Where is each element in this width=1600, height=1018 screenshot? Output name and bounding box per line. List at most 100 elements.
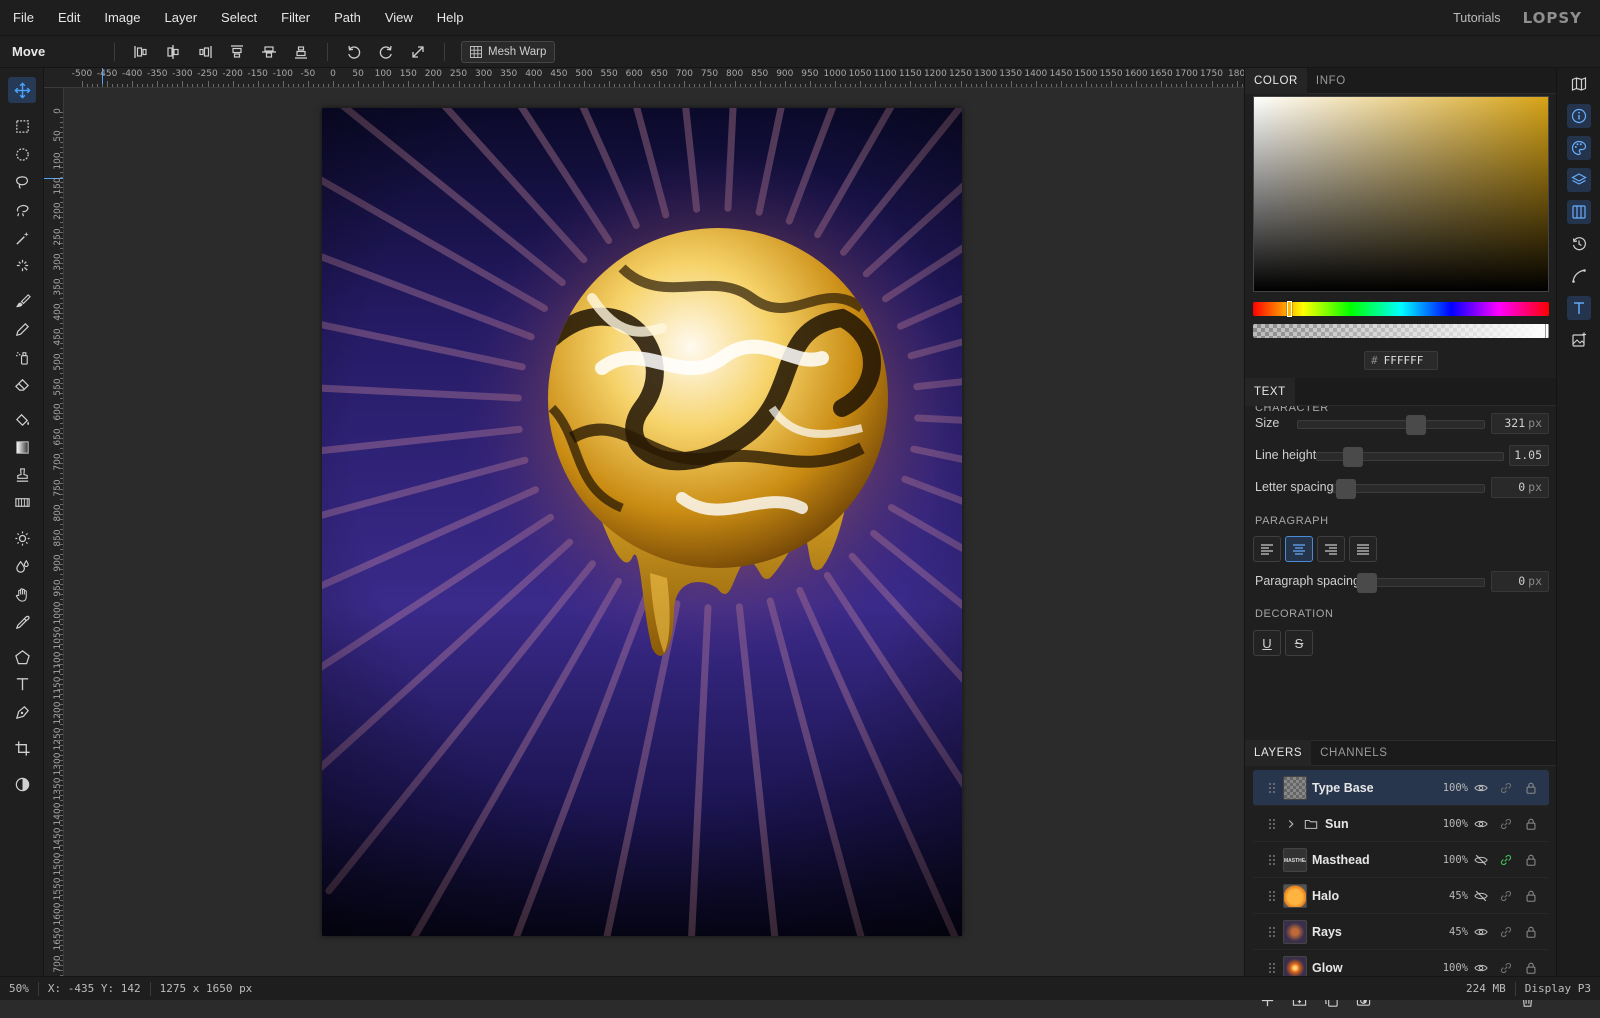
horizontal-ruler[interactable]: -500 -450 -400 -350 -300 -250 -200 -150 -100 -50 0… xyxy=(44,68,1244,88)
link-toggle[interactable] xyxy=(1494,850,1518,870)
line-height-input[interactable]: 1.05 xyxy=(1509,445,1549,466)
layer-opacity[interactable]: 45% xyxy=(1432,926,1468,938)
spray-tool[interactable] xyxy=(8,344,36,370)
layer-row[interactable]: Rays 45% xyxy=(1253,914,1549,950)
menu-path[interactable]: Path xyxy=(322,0,373,36)
layer-opacity[interactable]: 45% xyxy=(1432,890,1468,902)
color-panel-button[interactable] xyxy=(1567,136,1591,160)
letter-spacing-slider-thumb[interactable] xyxy=(1336,479,1356,499)
menu-file[interactable]: File xyxy=(0,0,46,36)
drag-handle-icon[interactable] xyxy=(1267,853,1277,867)
hue-slider[interactable] xyxy=(1253,301,1549,317)
align-top-button[interactable] xyxy=(221,39,253,65)
letter-spacing-input[interactable]: 0 px xyxy=(1491,477,1549,498)
ellipse-marquee-tool[interactable] xyxy=(8,141,36,167)
layer-opacity[interactable]: 100% xyxy=(1432,854,1468,866)
menu-select[interactable]: Select xyxy=(209,0,269,36)
layer-opacity[interactable]: 100% xyxy=(1432,962,1468,974)
layer-opacity[interactable]: 100% xyxy=(1432,818,1468,830)
brush-tool[interactable] xyxy=(8,288,36,314)
lock-toggle[interactable] xyxy=(1519,814,1543,834)
menu-filter[interactable]: Filter xyxy=(269,0,322,36)
zoom-level[interactable]: 50% xyxy=(0,982,38,995)
mesh-warp-button[interactable]: Mesh Warp xyxy=(461,40,556,63)
tab-info[interactable]: INFO xyxy=(1307,68,1355,94)
lasso-tool[interactable] xyxy=(8,169,36,195)
drag-handle-icon[interactable] xyxy=(1267,925,1277,939)
paragraph-spacing-slider-thumb[interactable] xyxy=(1357,573,1377,593)
size-slider-thumb[interactable] xyxy=(1406,415,1426,435)
strikethrough-button[interactable]: S xyxy=(1285,630,1313,656)
visibility-toggle[interactable] xyxy=(1469,778,1493,798)
history-panel-button[interactable] xyxy=(1567,232,1591,256)
size-slider[interactable] xyxy=(1297,415,1485,435)
dodge-tool[interactable] xyxy=(8,525,36,551)
text-panel-button[interactable] xyxy=(1567,296,1591,320)
line-height-slider[interactable] xyxy=(1316,447,1504,467)
image-panel-button[interactable] xyxy=(1567,328,1591,352)
tab-text[interactable]: TEXT xyxy=(1245,377,1295,406)
align-text-left-button[interactable] xyxy=(1253,536,1281,562)
visibility-toggle[interactable] xyxy=(1469,886,1493,906)
align-left-button[interactable] xyxy=(125,39,157,65)
link-toggle[interactable] xyxy=(1494,814,1518,834)
align-center-h-button[interactable] xyxy=(157,39,189,65)
link-toggle[interactable] xyxy=(1494,958,1518,978)
menu-help[interactable]: Help xyxy=(425,0,476,36)
layer-row[interactable]: Sun 100% xyxy=(1253,806,1549,842)
adjustment-tool[interactable] xyxy=(8,771,36,797)
navigator-button[interactable] xyxy=(1567,72,1591,96)
blur-tool[interactable] xyxy=(8,553,36,579)
lock-toggle[interactable] xyxy=(1519,850,1543,870)
menu-layer[interactable]: Layer xyxy=(153,0,210,36)
menu-edit[interactable]: Edit xyxy=(46,0,92,36)
color-profile[interactable]: Display P3 xyxy=(1516,982,1600,995)
layer-row[interactable]: Halo 45% xyxy=(1253,878,1549,914)
line-height-slider-thumb[interactable] xyxy=(1343,447,1363,467)
channels-panel-button[interactable] xyxy=(1567,200,1591,224)
eyedropper-tool[interactable] xyxy=(8,609,36,635)
move-tool[interactable] xyxy=(8,77,36,103)
visibility-toggle[interactable] xyxy=(1469,958,1493,978)
shape-tool[interactable] xyxy=(8,644,36,670)
paragraph-spacing-slider[interactable] xyxy=(1356,573,1485,593)
link-toggle[interactable] xyxy=(1494,922,1518,942)
tab-color[interactable]: COLOR xyxy=(1245,67,1307,94)
tutorials-link[interactable]: Tutorials xyxy=(1453,11,1500,25)
stamp-tool[interactable] xyxy=(8,462,36,488)
align-middle-v-button[interactable] xyxy=(253,39,285,65)
link-toggle[interactable] xyxy=(1494,886,1518,906)
gradient-tool[interactable] xyxy=(8,434,36,460)
vertical-ruler[interactable]: 0 50 100 150 200 250 300 350 400 450 500 550 600 650 7… xyxy=(44,88,64,976)
drag-handle-icon[interactable] xyxy=(1267,817,1277,831)
letter-spacing-slider[interactable] xyxy=(1333,479,1485,499)
eraser-tool[interactable] xyxy=(8,371,36,397)
layers-panel-button[interactable] xyxy=(1567,168,1591,192)
justify-text-button[interactable] xyxy=(1349,536,1377,562)
magic-wand-tool[interactable] xyxy=(8,225,36,251)
align-right-button[interactable] xyxy=(189,39,221,65)
text-tool[interactable] xyxy=(8,671,36,697)
lock-toggle[interactable] xyxy=(1519,886,1543,906)
fill-tool[interactable] xyxy=(8,406,36,432)
size-input[interactable]: 321 px xyxy=(1491,413,1549,434)
link-toggle[interactable] xyxy=(1494,778,1518,798)
drag-handle-icon[interactable] xyxy=(1267,961,1277,975)
layer-row[interactable]: Type Base 100% xyxy=(1253,770,1549,806)
crop-tool[interactable] xyxy=(8,735,36,761)
alpha-slider-handle[interactable] xyxy=(1545,324,1549,338)
rotate-cw-button[interactable] xyxy=(370,39,402,65)
underline-button[interactable]: U xyxy=(1253,630,1281,656)
menu-view[interactable]: View xyxy=(373,0,425,36)
lock-toggle[interactable] xyxy=(1519,778,1543,798)
drag-handle-icon[interactable] xyxy=(1267,781,1277,795)
tab-channels[interactable]: CHANNELS xyxy=(1311,740,1396,766)
document-canvas[interactable] xyxy=(322,108,962,936)
hue-slider-handle[interactable] xyxy=(1287,301,1292,317)
info-panel-button[interactable] xyxy=(1567,104,1591,128)
visibility-toggle[interactable] xyxy=(1469,814,1493,834)
tab-layers[interactable]: LAYERS xyxy=(1245,740,1312,766)
drag-handle-icon[interactable] xyxy=(1267,889,1277,903)
rotate-ccw-button[interactable] xyxy=(338,39,370,65)
paragraph-spacing-input[interactable]: 0 px xyxy=(1491,571,1549,592)
